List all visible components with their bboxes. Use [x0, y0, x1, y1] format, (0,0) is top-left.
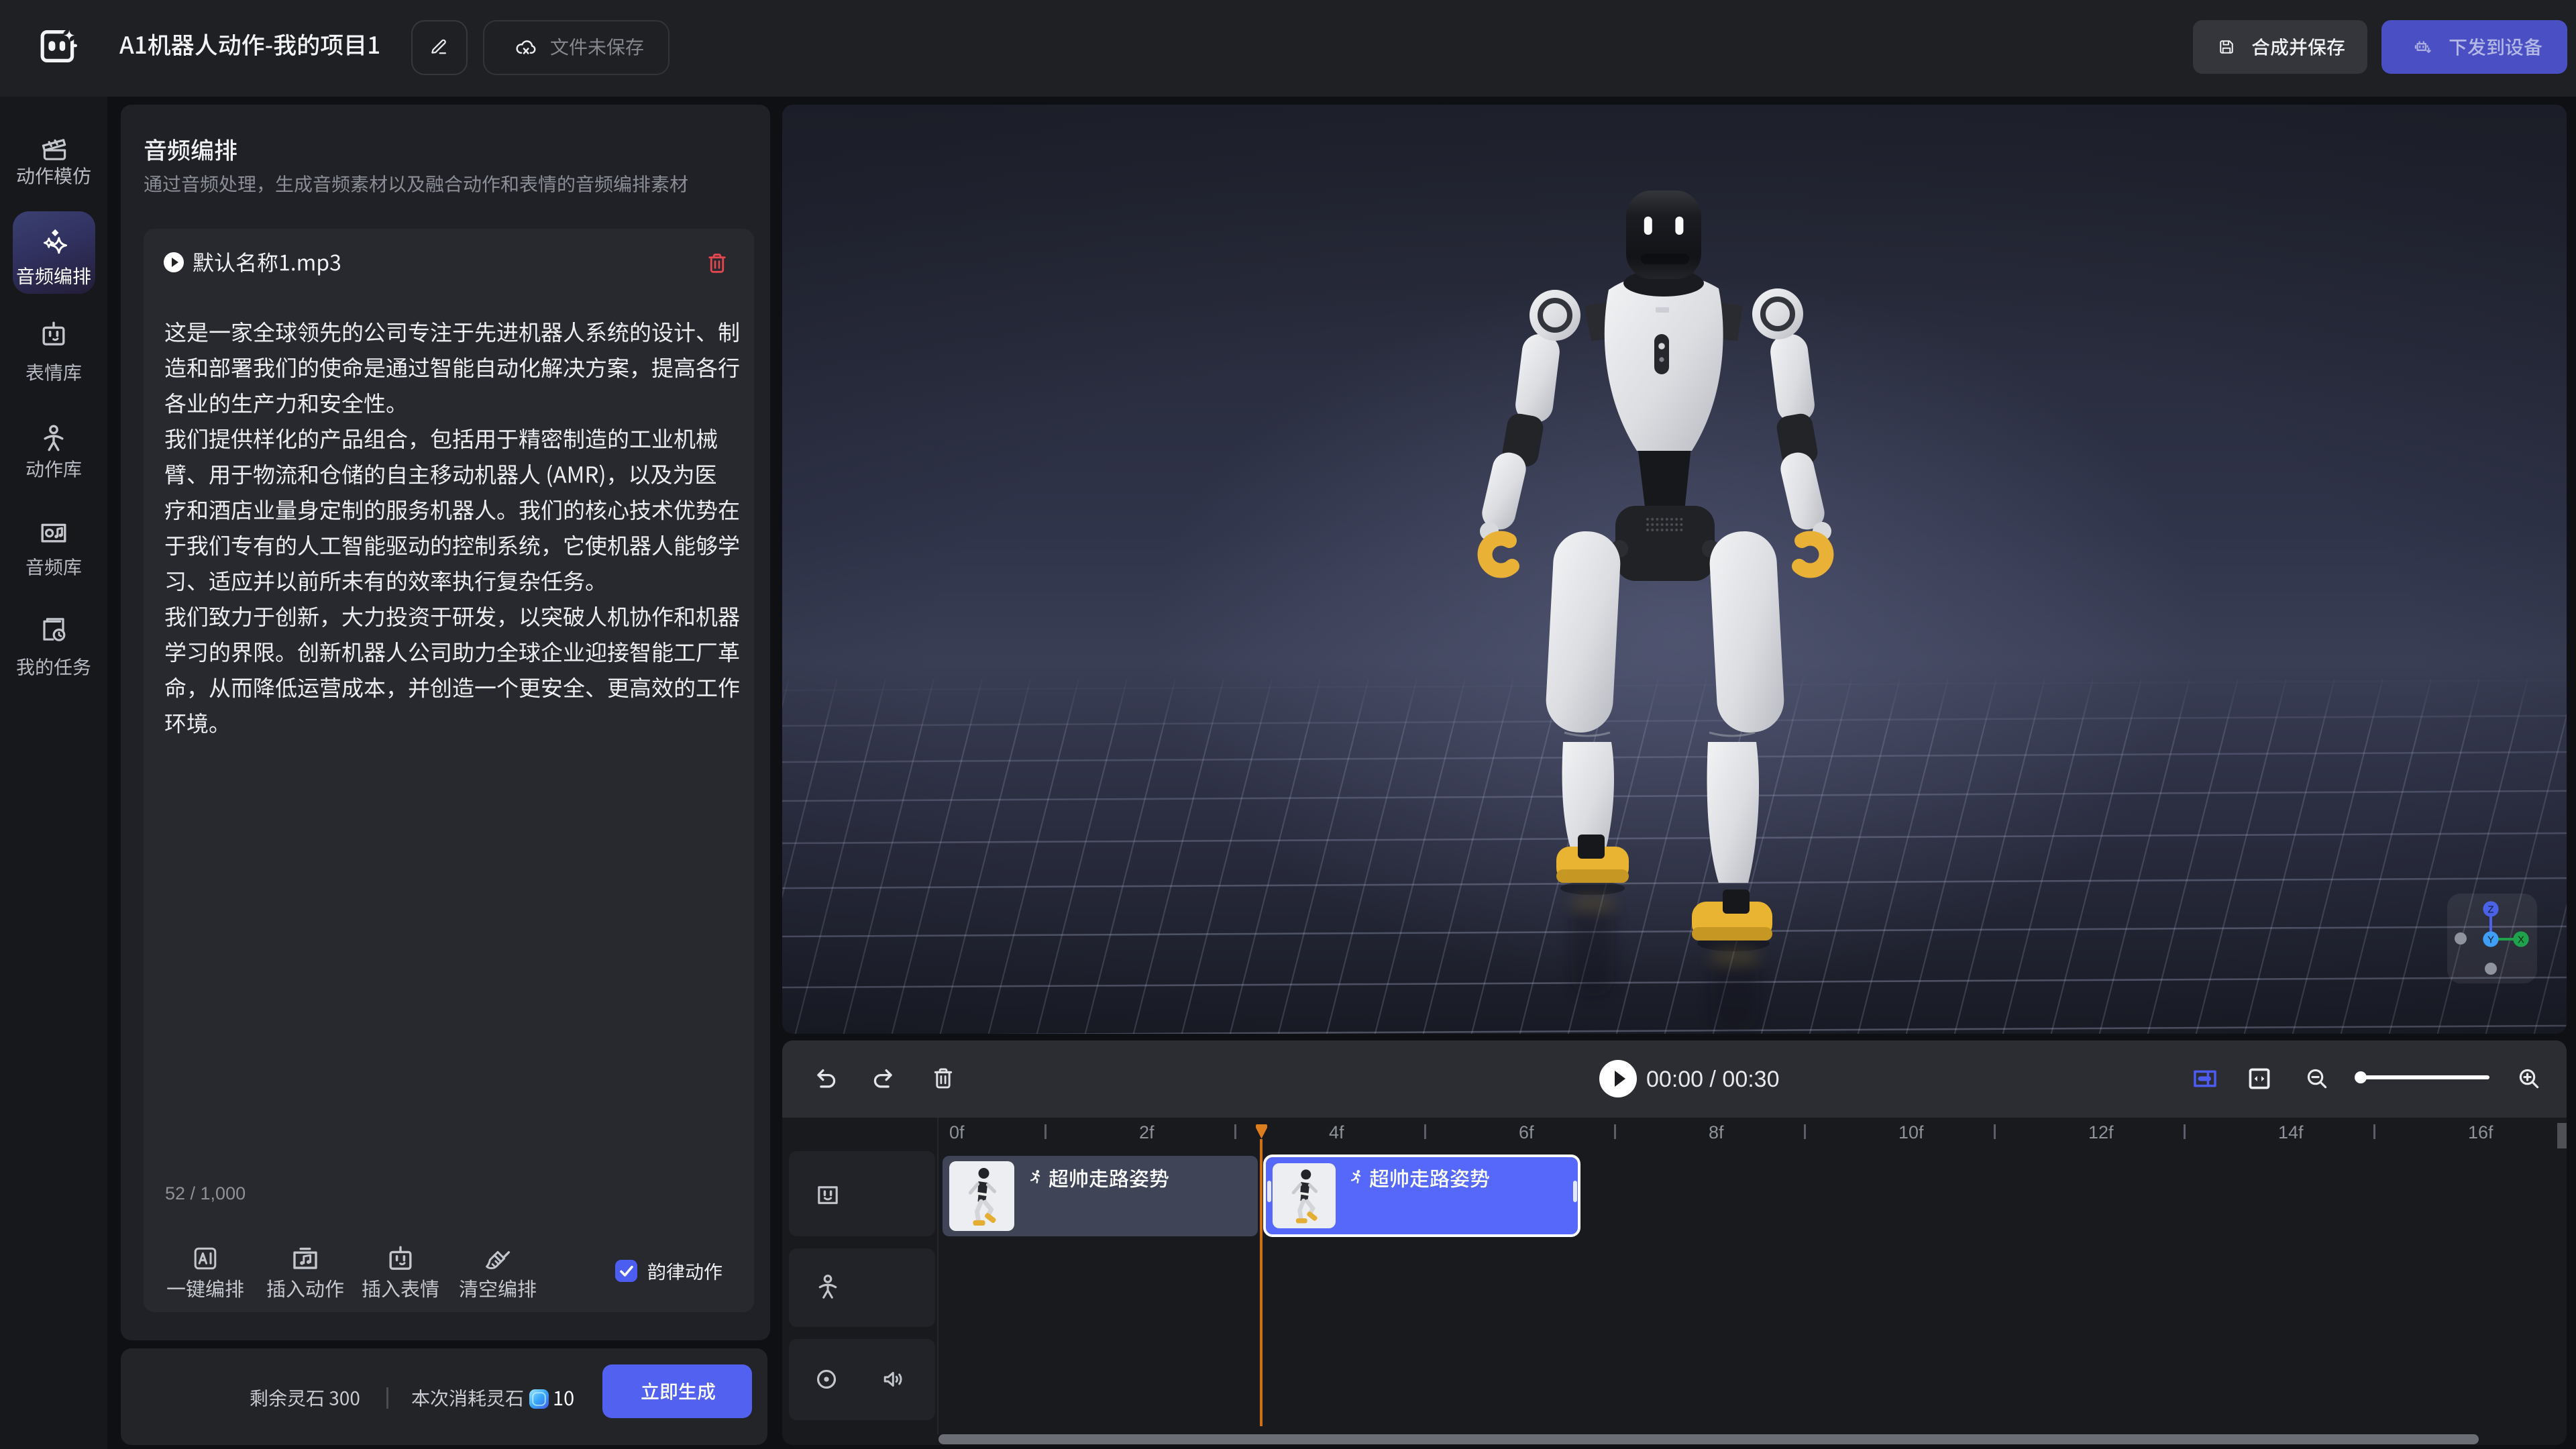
svg-text:Y: Y: [2487, 934, 2494, 946]
svg-text:Z: Z: [2487, 904, 2493, 916]
svg-text:X: X: [2518, 934, 2524, 946]
